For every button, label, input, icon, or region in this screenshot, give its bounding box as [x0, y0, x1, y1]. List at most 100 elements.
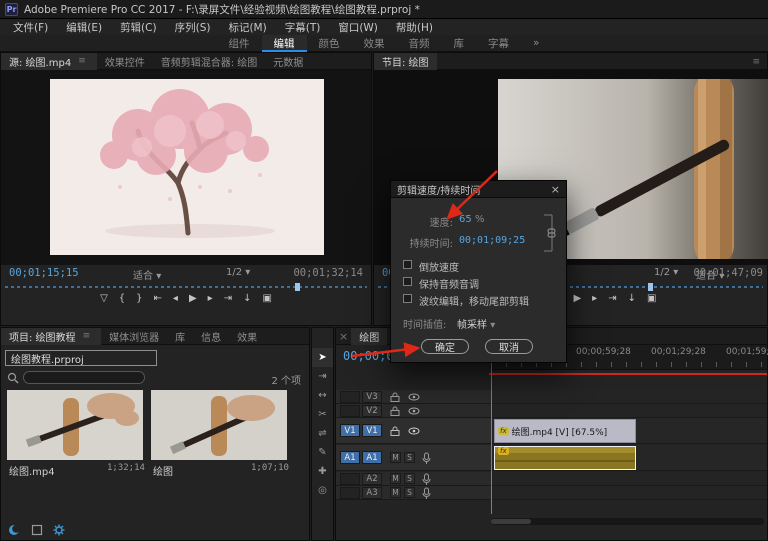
mute-button[interactable]: M: [390, 487, 401, 498]
menu-sequence[interactable]: 序列(S): [166, 20, 220, 35]
menu-clip[interactable]: 剪辑(C): [111, 20, 166, 35]
project-item-thumbnail[interactable]: [151, 390, 287, 460]
search-input[interactable]: [23, 371, 145, 384]
source-patch-empty[interactable]: [340, 473, 360, 485]
cancel-button[interactable]: 取消: [485, 339, 533, 354]
workspace-audio[interactable]: 音频: [397, 35, 442, 52]
overwrite-icon[interactable]: ▣: [262, 293, 271, 304]
scrubber-playhead[interactable]: [295, 283, 300, 291]
zoom-tool[interactable]: ◎: [312, 481, 333, 500]
step-forward-icon[interactable]: ▸: [208, 293, 213, 304]
source-patch-empty[interactable]: [340, 391, 360, 403]
track-lane[interactable]: [491, 472, 767, 486]
track-lane[interactable]: [491, 390, 767, 404]
source-position-timecode[interactable]: 00;01;15;15: [9, 267, 79, 279]
selection-tool[interactable]: ➤: [312, 348, 333, 367]
program-resolution-dropdown[interactable]: 1/2 ▾: [654, 267, 678, 278]
sync-lock-icon[interactable]: [390, 392, 400, 402]
workspace-overflow-chevron[interactable]: »: [521, 35, 551, 52]
menu-title[interactable]: 字幕(T): [276, 20, 330, 35]
menu-edit[interactable]: 编辑(E): [57, 20, 111, 35]
lift-icon[interactable]: ↓: [628, 293, 636, 304]
slip-tool[interactable]: ⇌: [312, 424, 333, 443]
tab-effects[interactable]: 效果: [229, 328, 265, 345]
clip-name[interactable]: 绘图.mp4: [9, 463, 55, 478]
microphone-icon[interactable]: [422, 452, 431, 465]
menu-help[interactable]: 帮助(H): [387, 20, 442, 35]
insert-icon[interactable]: ↓: [243, 293, 251, 304]
time-interpolation-dropdown[interactable]: 帧采样 ▾: [457, 316, 495, 331]
tab-source-clip[interactable]: 源: 绘图.mp4 ≡: [1, 53, 97, 70]
workspace-color[interactable]: 颜色: [307, 35, 352, 52]
razor-tool[interactable]: ✂: [312, 405, 333, 424]
track-target-a1[interactable]: A1: [362, 451, 382, 464]
audio-clip-selected[interactable]: fx: [494, 446, 636, 470]
go-to-in-icon[interactable]: ⇤: [154, 293, 162, 304]
track-lane[interactable]: [491, 404, 767, 418]
ripple-edit-checkbox[interactable]: [403, 294, 412, 303]
menu-marker[interactable]: 标记(M): [219, 20, 275, 35]
sync-lock-icon[interactable]: [390, 406, 400, 416]
hand-tool[interactable]: ✚: [312, 462, 333, 481]
track-lane[interactable]: [491, 486, 767, 500]
source-fit-dropdown[interactable]: 适合 ▾: [133, 267, 161, 282]
tab-program[interactable]: 节目: 绘图: [374, 53, 437, 70]
panel-menu-icon[interactable]: ≡: [749, 57, 763, 67]
workspace-effects[interactable]: 效果: [352, 35, 397, 52]
workspace-titles[interactable]: 字幕: [476, 35, 521, 52]
tab-effect-controls[interactable]: 效果控件: [97, 53, 153, 70]
source-patch-a1[interactable]: A1: [340, 451, 360, 464]
source-patch-empty[interactable]: [340, 405, 360, 417]
mark-out-icon[interactable]: }: [136, 293, 142, 304]
ok-button[interactable]: 确定: [421, 339, 469, 354]
solo-button[interactable]: S: [404, 473, 415, 484]
add-marker-icon[interactable]: ▽: [100, 293, 108, 304]
source-patch-empty[interactable]: [340, 487, 360, 499]
tab-media-browser[interactable]: 媒体浏览器: [101, 328, 167, 345]
project-file-box[interactable]: 绘图教程.prproj: [5, 350, 157, 366]
tab-info[interactable]: 信息: [193, 328, 229, 345]
workspace-editing[interactable]: 编辑: [262, 35, 307, 52]
panel-menu-icon[interactable]: ≡: [80, 331, 94, 341]
sync-lock-icon[interactable]: [390, 426, 400, 436]
tab-libraries[interactable]: 库: [167, 328, 193, 345]
track-target-v2[interactable]: V2: [362, 405, 382, 417]
track-target-a2[interactable]: A2: [362, 473, 382, 485]
eye-icon[interactable]: [408, 393, 420, 401]
ripple-edit-tool[interactable]: ↔: [312, 386, 333, 405]
tab-project[interactable]: 项目: 绘图教程 ≡: [1, 328, 101, 345]
pen-tool[interactable]: ✎: [312, 443, 333, 462]
maintain-pitch-checkbox[interactable]: [403, 277, 412, 286]
microphone-icon[interactable]: [422, 487, 431, 500]
workspace-libraries[interactable]: 库: [442, 35, 477, 52]
microphone-icon[interactable]: [422, 473, 431, 486]
dialog-titlebar[interactable]: 剪辑速度/持续时间 ×: [391, 181, 566, 198]
mute-button[interactable]: M: [390, 452, 401, 463]
go-to-out-icon[interactable]: ⇥: [224, 293, 232, 304]
play-icon[interactable]: ▶: [189, 293, 197, 304]
tab-sequence[interactable]: 绘图: [351, 328, 387, 345]
duration-value[interactable]: 00;01;09;25: [459, 235, 525, 246]
timeline-zoom-scrollbar[interactable]: [491, 518, 764, 525]
track-target-v1[interactable]: V1: [362, 424, 382, 437]
scrollbar-thumb[interactable]: [491, 519, 531, 524]
menu-window[interactable]: 窗口(W): [329, 20, 387, 35]
mute-button[interactable]: M: [390, 473, 401, 484]
track-select-tool[interactable]: ⇥: [312, 367, 333, 386]
project-item-thumbnail[interactable]: [7, 390, 143, 460]
clip-name[interactable]: 绘图: [153, 463, 173, 478]
play-icon[interactable]: ▶: [573, 293, 581, 304]
eye-icon[interactable]: [408, 407, 420, 415]
close-icon[interactable]: ×: [551, 183, 560, 196]
tab-metadata[interactable]: 元数据: [265, 53, 311, 70]
source-viewer[interactable]: [1, 70, 371, 265]
workspace-assembly[interactable]: 组件: [217, 35, 262, 52]
track-target-a3[interactable]: A3: [362, 487, 382, 499]
go-to-out-icon[interactable]: ⇥: [608, 293, 616, 304]
scrubber-playhead[interactable]: [648, 283, 653, 291]
close-icon[interactable]: ×: [336, 330, 351, 343]
mark-in-icon[interactable]: {: [119, 293, 125, 304]
extract-icon[interactable]: ▣: [647, 293, 656, 304]
moon-view-icon[interactable]: [8, 524, 20, 536]
video-clip[interactable]: fx 绘图.mp4 [V] [67.5%]: [494, 419, 636, 443]
